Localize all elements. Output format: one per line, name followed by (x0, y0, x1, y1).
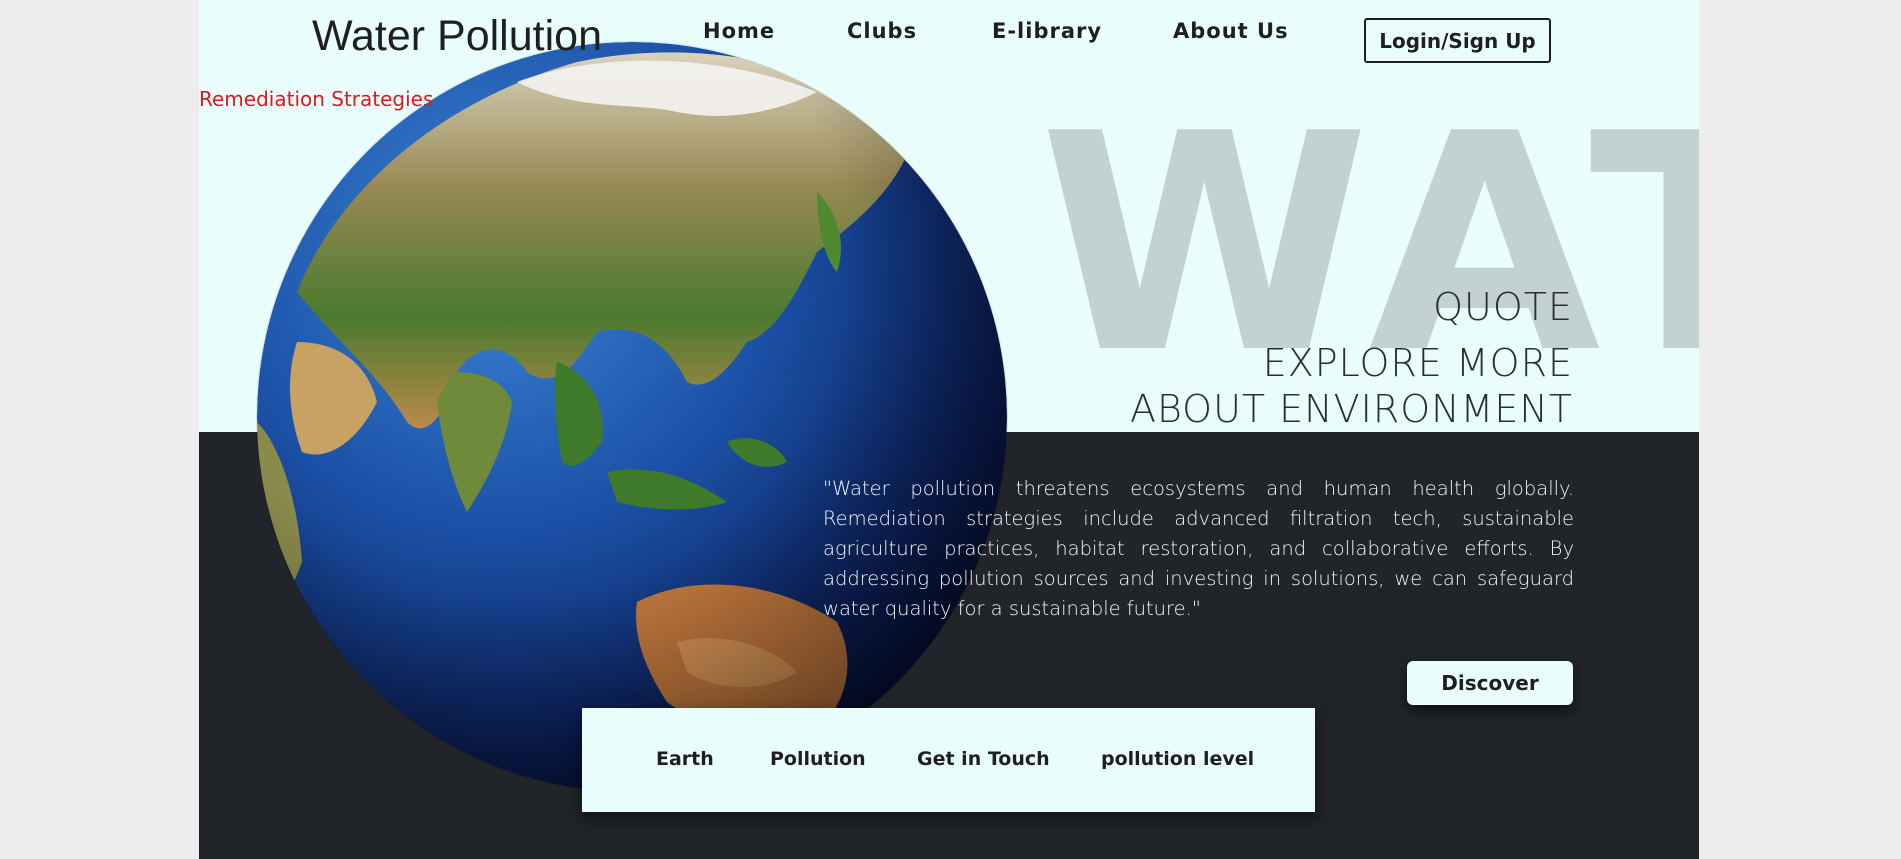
bottom-nav-earth[interactable]: Earth (656, 746, 714, 772)
login-signup-button[interactable]: Login/Sign Up (1364, 18, 1551, 63)
nav-e-library[interactable]: E-library (992, 16, 1102, 46)
tagline-line-2: ABOUT ENVIRONMENT (1129, 387, 1573, 431)
remediation-strategies-link[interactable]: Remediation Strategies (199, 86, 433, 112)
bottom-nav-pollution[interactable]: Pollution (770, 746, 866, 772)
earth-globe-icon (257, 42, 1007, 792)
site-title: Water Pollution (312, 12, 602, 60)
discover-button[interactable]: Discover (1407, 661, 1573, 705)
bottom-nav-get-in-touch[interactable]: Get in Touch (917, 746, 1050, 772)
tagline-line-1: EXPLORE MORE (1262, 341, 1573, 385)
nav-clubs[interactable]: Clubs (847, 16, 917, 46)
quote-heading: QUOTE (1433, 285, 1573, 329)
nav-about-us[interactable]: About Us (1173, 16, 1289, 46)
bottom-nav-panel: Earth Pollution Get in Touch pollution l… (582, 708, 1315, 812)
page: WATER (199, 0, 1699, 859)
quote-text: "Water pollution threatens ecosystems an… (823, 477, 1574, 620)
bottom-nav-pollution-level[interactable]: pollution level (1101, 746, 1254, 772)
nav-home[interactable]: Home (703, 16, 775, 46)
